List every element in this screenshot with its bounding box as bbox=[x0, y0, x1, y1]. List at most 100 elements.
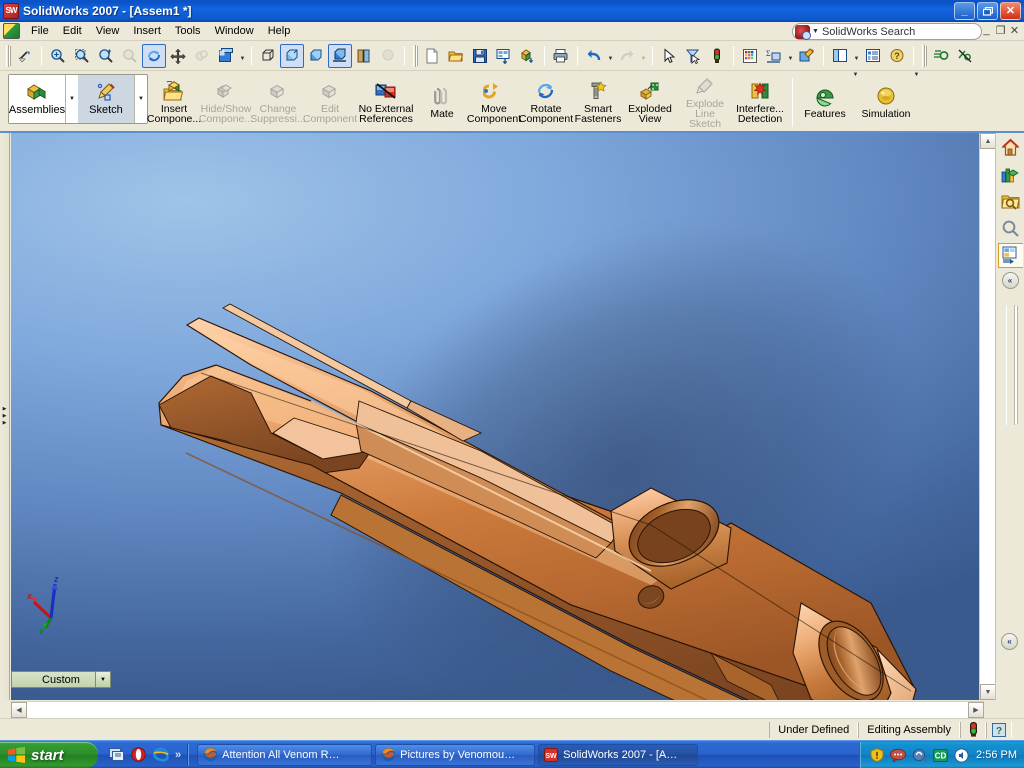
undo-dropdown-arrow-icon[interactable]: ▼ bbox=[606, 44, 615, 68]
taskbar-button-firefox-1[interactable]: Attention All Venom R… bbox=[197, 743, 373, 766]
scroll-up-button[interactable]: ▲ bbox=[980, 133, 996, 149]
context-help-icon[interactable]: ? bbox=[986, 721, 1012, 738]
tab-assemblies[interactable]: Assemblies bbox=[9, 75, 65, 123]
start-button[interactable]: start bbox=[0, 742, 98, 768]
scroll-right-button[interactable]: ▶ bbox=[968, 702, 984, 718]
antivirus-icon[interactable] bbox=[911, 747, 927, 763]
zoom-to-fit-icon[interactable] bbox=[46, 44, 70, 68]
cmd-group-simulation[interactable]: Simulation bbox=[860, 74, 912, 131]
taskbar-button-solidworks[interactable]: SW SolidWorks 2007 - [A… bbox=[538, 743, 699, 766]
menu-tools[interactable]: Tools bbox=[168, 23, 208, 39]
tab-assemblies-dropdown-arrow-icon[interactable]: ▼ bbox=[65, 75, 78, 123]
show-desktop-icon[interactable] bbox=[108, 746, 125, 763]
options-icon[interactable] bbox=[861, 44, 885, 68]
hidden-lines-removed-icon[interactable] bbox=[304, 44, 328, 68]
menu-file[interactable]: File bbox=[24, 23, 56, 39]
rebuild-status-icon[interactable] bbox=[960, 721, 986, 738]
display-manager-icon[interactable] bbox=[828, 44, 852, 68]
print-icon[interactable] bbox=[549, 44, 573, 68]
cmd-move-component[interactable]: Move Component bbox=[467, 74, 521, 131]
measure-dropdown-arrow-icon[interactable]: ▼ bbox=[786, 44, 795, 68]
toolbar-grip[interactable] bbox=[6, 44, 9, 67]
minimize-button[interactable]: _ bbox=[954, 2, 975, 20]
chevron-down-icon[interactable]: ▼ bbox=[812, 28, 819, 35]
tab-sketch[interactable]: Sketch bbox=[78, 75, 134, 123]
edit-color-icon[interactable] bbox=[738, 44, 762, 68]
cmd-insert-component[interactable]: Insert Compone... bbox=[147, 74, 201, 131]
taskbar-button-firefox-2[interactable]: Pictures by Venomou… bbox=[375, 743, 536, 766]
view-temporary-axes-icon[interactable] bbox=[929, 44, 953, 68]
mdi-close-button[interactable]: ✕ bbox=[1009, 24, 1020, 37]
horizontal-scrollbar[interactable]: ◀ ▶ bbox=[11, 701, 984, 718]
feature-manager-panel[interactable]: ▶ ▶ ▶ bbox=[0, 133, 10, 700]
opera-icon[interactable] bbox=[130, 746, 147, 763]
solidworks-search-box[interactable]: ▼ SolidWorks Search bbox=[792, 23, 982, 40]
menu-insert[interactable]: Insert bbox=[126, 23, 168, 39]
save-icon[interactable] bbox=[468, 44, 492, 68]
design-library-icon[interactable] bbox=[998, 162, 1023, 187]
toolbar-grip-2[interactable] bbox=[413, 44, 416, 67]
help-icon[interactable]: ? bbox=[885, 44, 909, 68]
taskbar-clock[interactable]: 2:56 PM bbox=[976, 749, 1017, 761]
view-palette-icon[interactable] bbox=[997, 243, 1023, 268]
cmd-no-external-references[interactable]: No External References bbox=[356, 74, 416, 131]
toolbar-grip-3[interactable] bbox=[922, 44, 925, 67]
make-assembly-from-part-icon[interactable] bbox=[516, 44, 540, 68]
quick-launch-overflow-chevron-icon[interactable]: » bbox=[175, 749, 181, 761]
scroll-down-button[interactable]: ▼ bbox=[980, 684, 996, 700]
select-arrow-icon[interactable] bbox=[657, 44, 681, 68]
feature-manager-expand-arrow-icon[interactable]: ▶ ▶ ▶ bbox=[1, 403, 8, 429]
zoom-in-out-icon[interactable] bbox=[94, 44, 118, 68]
view-orientation-icon[interactable] bbox=[214, 44, 238, 68]
photoworks-render-icon[interactable] bbox=[795, 44, 819, 68]
copper-mechanical-part[interactable] bbox=[11, 133, 984, 700]
mdi-minimize-button[interactable]: _ bbox=[981, 24, 992, 37]
messenger-icon[interactable] bbox=[890, 747, 907, 763]
cmd-exploded-view[interactable]: Exploded View bbox=[624, 74, 676, 131]
rotate-view-icon[interactable] bbox=[142, 43, 166, 68]
maximize-button[interactable] bbox=[977, 2, 998, 20]
file-explorer-icon[interactable] bbox=[998, 189, 1023, 214]
vertical-scrollbar[interactable]: ▲ ▼ bbox=[979, 133, 996, 700]
search-pane-icon[interactable] bbox=[998, 216, 1023, 241]
cmd-interference-detection[interactable]: Interfere... Detection bbox=[734, 74, 786, 131]
scroll-left-button[interactable]: ◀ bbox=[11, 702, 27, 718]
menu-view[interactable]: View bbox=[89, 23, 127, 39]
task-pane-collapse-button[interactable]: « bbox=[1001, 272, 1019, 289]
3d-viewport[interactable]: x y z bbox=[11, 133, 984, 700]
volume-icon[interactable] bbox=[953, 747, 969, 763]
close-button[interactable]: ✕ bbox=[1000, 2, 1021, 20]
display-manager-dropdown-arrow-icon[interactable]: ▼ bbox=[852, 44, 861, 68]
simulation-group-dropdown-arrow-icon[interactable]: ▼ bbox=[912, 72, 921, 98]
hidden-lines-visible-icon[interactable] bbox=[280, 43, 304, 68]
measure-icon[interactable]: Σ bbox=[762, 44, 786, 68]
filter-select-icon[interactable] bbox=[681, 44, 705, 68]
hide-all-types-icon[interactable] bbox=[953, 44, 977, 68]
task-pane-grip[interactable] bbox=[1005, 305, 1015, 425]
view-orientation-combo[interactable]: Custom ▼ bbox=[11, 671, 111, 688]
cmd-rotate-component[interactable]: Rotate Component bbox=[519, 74, 573, 131]
features-group-dropdown-arrow-icon[interactable]: ▼ bbox=[851, 72, 860, 98]
new-document-icon[interactable] bbox=[420, 44, 444, 68]
pan-icon[interactable] bbox=[166, 44, 190, 68]
cmd-mate[interactable]: Mate bbox=[416, 74, 468, 131]
rebuild-icon[interactable] bbox=[705, 44, 729, 68]
codec-icon[interactable]: CD bbox=[932, 747, 948, 763]
cmd-group-features[interactable]: Features bbox=[799, 74, 851, 131]
previous-view-icon[interactable] bbox=[13, 44, 37, 68]
menu-window[interactable]: Window bbox=[208, 23, 261, 39]
view-orientation-combo-arrow-icon[interactable]: ▼ bbox=[95, 672, 110, 687]
task-pane-collapse-button-bottom[interactable]: « bbox=[1001, 633, 1018, 650]
security-alert-icon[interactable] bbox=[869, 747, 885, 763]
open-folder-icon[interactable] bbox=[444, 44, 468, 68]
internet-explorer-icon[interactable] bbox=[152, 746, 169, 763]
menu-edit[interactable]: Edit bbox=[56, 23, 89, 39]
sw-resources-home-icon[interactable] bbox=[998, 135, 1023, 160]
make-drawing-from-part-icon[interactable] bbox=[492, 44, 516, 68]
view-orientation-dropdown-arrow-icon[interactable]: ▼ bbox=[238, 44, 247, 68]
menu-help[interactable]: Help bbox=[261, 23, 298, 39]
undo-icon[interactable] bbox=[582, 44, 606, 68]
cmd-smart-fasteners[interactable]: Smart Fasteners bbox=[572, 74, 624, 131]
zoom-to-area-icon[interactable] bbox=[70, 44, 94, 68]
shaded-with-edges-icon[interactable] bbox=[328, 43, 352, 68]
